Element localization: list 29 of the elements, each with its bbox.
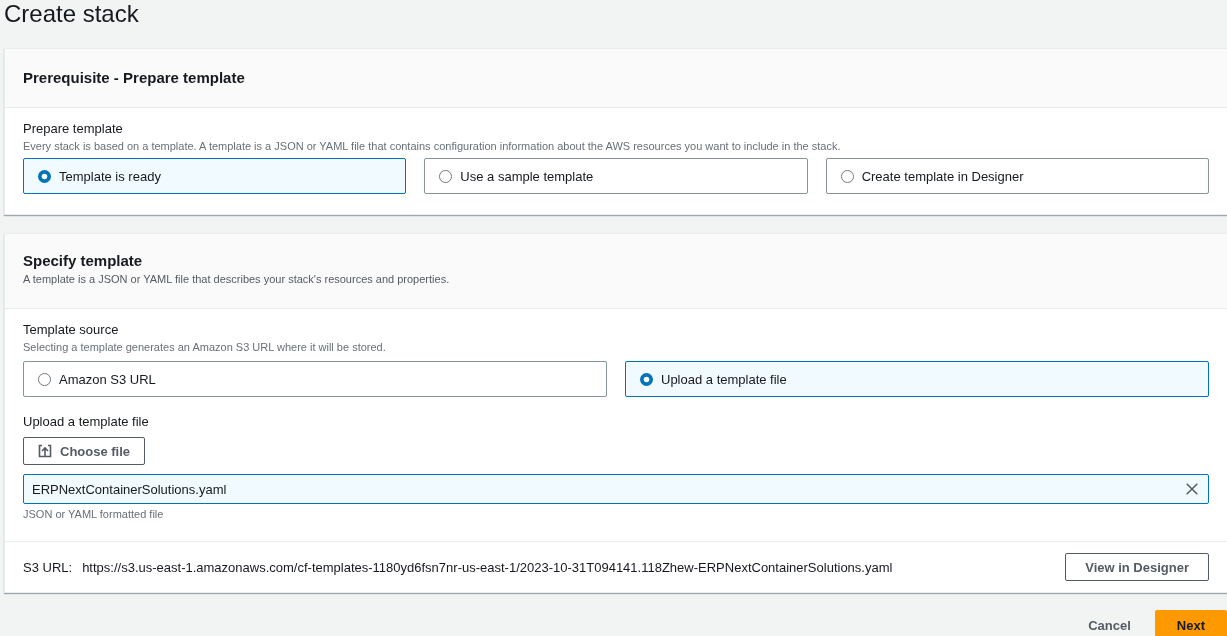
close-icon[interactable] xyxy=(1186,483,1198,495)
panel-heading: Prerequisite - Prepare template xyxy=(23,68,245,88)
radio-option[interactable]: Upload a template file xyxy=(625,361,1209,397)
radio-icon[interactable] xyxy=(38,169,51,183)
field-hint: JSON or YAML formatted file xyxy=(23,507,164,522)
radio-icon[interactable] xyxy=(439,169,453,183)
panel-heading: Specify template xyxy=(23,251,143,271)
radio-icon[interactable] xyxy=(640,372,653,386)
radio-option[interactable]: Create template in Designer xyxy=(825,158,1209,194)
radio-option[interactable]: Amazon S3 URL xyxy=(23,361,607,397)
panel-description: A template is a JSON or YAML file that describes your stack's resources and properties. xyxy=(23,272,450,287)
file-name-field[interactable]: ERPNextContainerSolutions.yaml xyxy=(23,474,1209,504)
field-label: Upload a template file xyxy=(23,413,149,431)
page-title: Create stack xyxy=(4,0,139,28)
field-label: Prepare template xyxy=(23,120,123,138)
field-label: Template source xyxy=(23,321,119,339)
field-description: Selecting a template generates an Amazon S3 URL where it will be stored. xyxy=(23,340,386,355)
s3-url-label: S3 URL: xyxy=(23,559,73,575)
radio-option[interactable]: Use a sample template xyxy=(424,158,808,194)
cancel-button[interactable]: Cancel xyxy=(1068,610,1151,636)
radio-icon[interactable] xyxy=(840,169,854,183)
field-description: Every stack is based on a template. A template is a JSON or YAML file that contains configuration information about the AWS resources you want to include in the stack. xyxy=(23,139,841,154)
view-in-designer-button[interactable]: View in Designer xyxy=(1065,553,1209,581)
choose-file-button[interactable]: Choose file xyxy=(23,437,146,465)
next-button[interactable]: Next xyxy=(1154,610,1227,636)
radio-option[interactable]: Template is ready xyxy=(23,158,407,194)
upload-icon xyxy=(38,444,52,458)
s3-url-text: https://s3.us-east-1.amazonaws.com/cf-templates-1180yd6fsn7nr-us-east-1/2023-10-31T094141.118Zhew-ERPNextContainerSolutions.yaml xyxy=(82,559,893,575)
radio-icon[interactable] xyxy=(38,372,51,386)
